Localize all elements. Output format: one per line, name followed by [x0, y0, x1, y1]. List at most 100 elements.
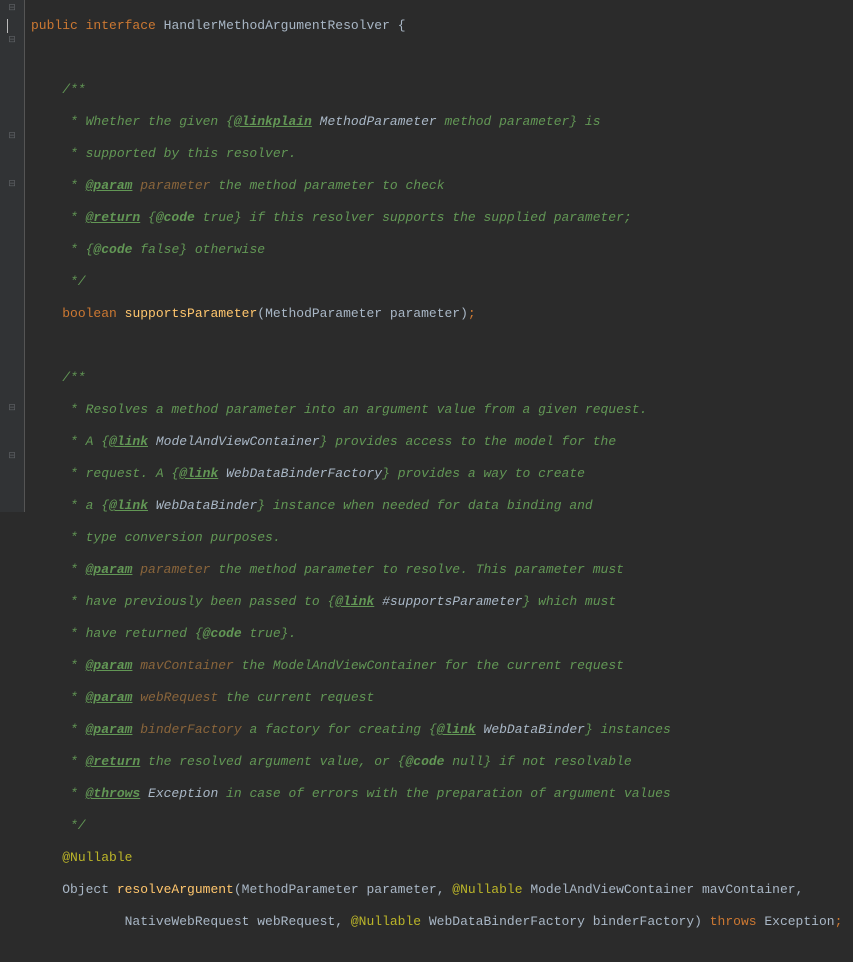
punct: { — [390, 18, 406, 33]
javadoc — [148, 498, 156, 513]
javadoc — [132, 562, 140, 577]
javadoc-tag: @param — [86, 690, 133, 705]
javadoc — [132, 658, 140, 673]
javadoc-link: WebDataBinder — [156, 498, 257, 513]
javadoc-tag: @link — [335, 594, 374, 609]
javadoc-link: ModelAndViewContainer — [156, 434, 320, 449]
javadoc-tag: @linkplain — [234, 114, 312, 129]
params: ModelAndViewContainer mavContainer, — [523, 882, 804, 897]
code-editor[interactable]: ⊟ ⊟ ⊟ ⊟ ⊟ ⊟ public interface HandlerMeth… — [0, 0, 853, 512]
javadoc-tag: @return — [86, 210, 141, 225]
code-line: * @param mavContainer the ModelAndViewCo… — [31, 658, 853, 674]
javadoc: * — [31, 210, 86, 225]
punct: ; — [835, 914, 843, 929]
javadoc: * — [31, 722, 86, 737]
code-line: * @return the resolved argument value, o… — [31, 754, 853, 770]
code-line — [31, 338, 853, 354]
method-name: resolveArgument — [117, 882, 234, 897]
javadoc: the method parameter to resolve. This pa… — [210, 562, 623, 577]
javadoc-tag: @code — [93, 242, 132, 257]
javadoc: method parameter} is — [437, 114, 601, 129]
code-line: * supported by this resolver. — [31, 146, 853, 162]
javadoc: * — [31, 658, 86, 673]
annotation: @Nullable — [351, 914, 421, 929]
javadoc: } provides access to the model for the — [320, 434, 616, 449]
javadoc: true} if this resolver supports the supp… — [195, 210, 632, 225]
javadoc — [476, 722, 484, 737]
javadoc-param: parameter — [140, 562, 210, 577]
javadoc-link: MethodParameter — [320, 114, 437, 129]
javadoc-tag: @param — [86, 658, 133, 673]
code-area[interactable]: public interface HandlerMethodArgumentRe… — [25, 0, 853, 512]
javadoc: * — [31, 178, 86, 193]
javadoc: { — [140, 210, 156, 225]
gutter: ⊟ ⊟ ⊟ ⊟ ⊟ ⊟ — [0, 0, 25, 512]
javadoc-tag: @link — [109, 498, 148, 513]
javadoc-link: Exception — [148, 786, 218, 801]
fold-marker[interactable]: ⊟ — [7, 3, 17, 13]
fold-marker[interactable]: ⊟ — [7, 35, 17, 45]
annotation: @Nullable — [62, 850, 132, 865]
code-line: * request. A {@link WebDataBinderFactory… — [31, 466, 853, 482]
code-line: * type conversion purposes. — [31, 530, 853, 546]
javadoc-tag: @link — [179, 466, 218, 481]
code-line: Object resolveArgument(MethodParameter p… — [31, 882, 853, 898]
javadoc — [148, 434, 156, 449]
code-line: @Nullable — [31, 850, 853, 866]
javadoc: } instances — [585, 722, 671, 737]
params: (MethodParameter parameter) — [257, 306, 468, 321]
code-line: * A {@link ModelAndViewContainer} provid… — [31, 434, 853, 450]
javadoc: * { — [31, 242, 93, 257]
javadoc-tag: @code — [405, 754, 444, 769]
type-name: HandlerMethodArgumentResolver — [164, 18, 390, 33]
keyword: interface — [86, 18, 156, 33]
javadoc: * request. A { — [31, 466, 179, 481]
code-line: * @param binderFactory a factory for cre… — [31, 722, 853, 738]
annotation: @Nullable — [452, 882, 522, 897]
javadoc: */ — [31, 818, 86, 833]
javadoc: /** — [31, 370, 86, 385]
javadoc: the current request — [218, 690, 374, 705]
fold-marker[interactable]: ⊟ — [7, 179, 17, 189]
javadoc — [312, 114, 320, 129]
code-line: */ — [31, 818, 853, 834]
javadoc: * — [31, 562, 86, 577]
javadoc — [132, 690, 140, 705]
javadoc: * have previously been passed to { — [31, 594, 335, 609]
code-line: /** — [31, 370, 853, 386]
javadoc: the resolved argument value, or { — [140, 754, 405, 769]
fold-marker[interactable]: ⊟ — [7, 131, 17, 141]
code-line: * @return {@code true} if this resolver … — [31, 210, 853, 226]
code-line: * @param webRequest the current request — [31, 690, 853, 706]
javadoc: * type conversion purposes. — [31, 530, 281, 545]
javadoc-tag: @link — [437, 722, 476, 737]
code-line: NativeWebRequest webRequest, @Nullable W… — [31, 914, 853, 930]
javadoc-tag: @throws — [86, 786, 141, 801]
params: WebDataBinderFactory binderFactory) — [421, 914, 710, 929]
fold-marker[interactable]: ⊟ — [7, 451, 17, 461]
caret-indicator — [7, 19, 8, 33]
javadoc: * A { — [31, 434, 109, 449]
javadoc-param: mavContainer — [140, 658, 234, 673]
javadoc: * have returned { — [31, 626, 203, 641]
javadoc: the method parameter to check — [210, 178, 444, 193]
code-line: * @param parameter the method parameter … — [31, 178, 853, 194]
javadoc-param: webRequest — [140, 690, 218, 705]
javadoc-link: #supportsParameter — [382, 594, 522, 609]
code-line: * Resolves a method parameter into an ar… — [31, 402, 853, 418]
javadoc: * — [31, 690, 86, 705]
javadoc-tag: @code — [203, 626, 242, 641]
javadoc-param: parameter — [140, 178, 210, 193]
code-line: /** — [31, 82, 853, 98]
keyword: throws — [710, 914, 757, 929]
code-line: public interface HandlerMethodArgumentRe… — [31, 18, 853, 34]
javadoc: } provides a way to create — [382, 466, 585, 481]
fold-marker[interactable]: ⊟ — [7, 403, 17, 413]
params: (MethodParameter parameter, — [234, 882, 452, 897]
javadoc — [140, 786, 148, 801]
javadoc-tag: @param — [86, 178, 133, 193]
javadoc-param: binderFactory — [140, 722, 241, 737]
javadoc: * Resolves a method parameter into an ar… — [31, 402, 647, 417]
javadoc: true}. — [242, 626, 297, 641]
code-line: * @throws Exception in case of errors wi… — [31, 786, 853, 802]
